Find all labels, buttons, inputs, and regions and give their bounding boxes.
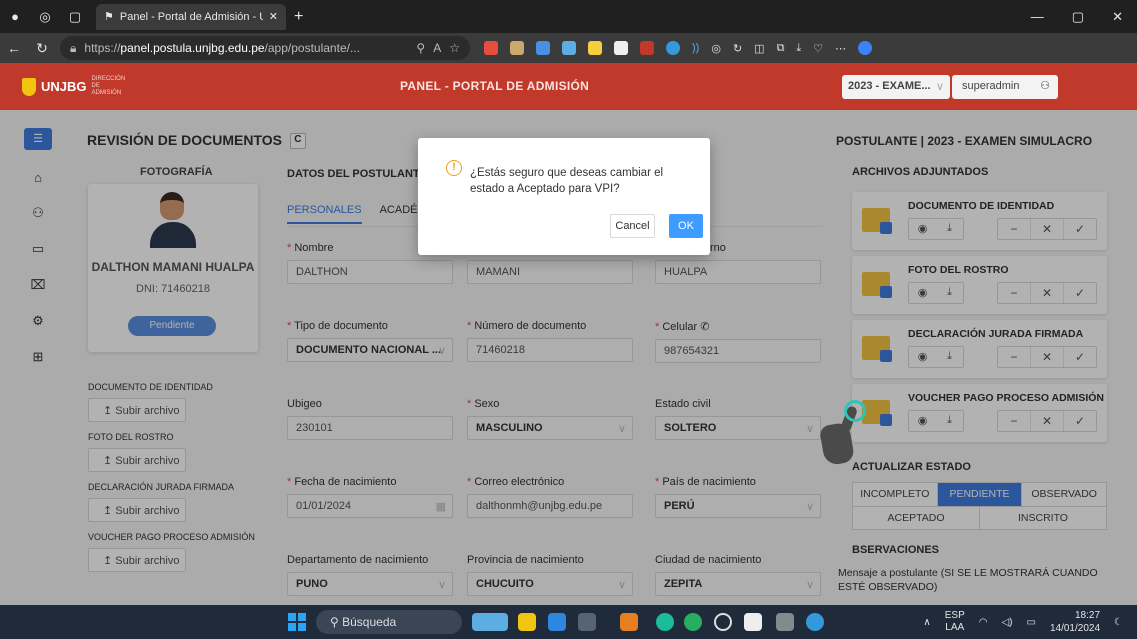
confirm-dialog: ! ¿Estás seguro que deseas cambiar el es… (418, 138, 710, 255)
read-aloud-icon[interactable]: A (433, 41, 441, 55)
chevron-down-icon: ∨ (935, 81, 944, 93)
exam-select-value: 2023 - EXAME... (848, 80, 931, 92)
app-header: UNJBG DIRECCIÓN DE ADMISIÓN PANEL - PORT… (0, 63, 1137, 110)
collections-icon[interactable]: ⧉ (777, 42, 785, 55)
adblock-icon[interactable] (640, 41, 654, 55)
close-window-button[interactable]: ✕ (1112, 9, 1123, 25)
postman-icon[interactable] (620, 613, 638, 631)
user-icon: ⚇ (1040, 80, 1050, 92)
back-icon[interactable]: ← (0, 40, 28, 56)
pointer-hand-icon (818, 400, 866, 467)
tab-title: Panel - Portal de Admisión - UN… (119, 10, 263, 23)
more-icon[interactable]: ⋯ (835, 42, 846, 55)
taskbar-search[interactable]: ⚲ Búsqueda (316, 610, 462, 634)
extension-icon[interactable] (536, 41, 550, 55)
calculator-icon[interactable] (776, 613, 794, 631)
logo-text: UNJBG (41, 79, 87, 94)
volume-icon[interactable]: ◁) (1001, 617, 1012, 628)
system-tray: ∧ ESP LAA ◠ ◁) ▭ 18:27 14/01/2024 ☾ (923, 609, 1123, 635)
notifications-icon[interactable]: ☾ (1114, 617, 1123, 628)
logo-subtext: DIRECCIÓN DE ADMISIÓN (91, 76, 126, 96)
feedback-icon[interactable]: ♡ (813, 42, 823, 55)
notion-icon[interactable] (744, 613, 762, 631)
terminal-icon[interactable] (578, 613, 596, 631)
download-icon[interactable]: ⤓ (796, 42, 801, 55)
logo[interactable]: UNJBG DIRECCIÓN DE ADMISIÓN (22, 76, 126, 97)
app-title: PANEL - PORTAL DE ADMISIÓN (400, 79, 590, 93)
restore-button[interactable]: ▢ (1072, 9, 1084, 25)
vscode-icon[interactable] (548, 613, 566, 631)
docker-icon[interactable] (806, 613, 824, 631)
favorite-icon[interactable]: ☆ (449, 41, 460, 55)
extension-icon[interactable] (562, 41, 576, 55)
extension-icon[interactable] (484, 41, 498, 55)
warning-icon: ! (446, 160, 462, 176)
language-indicator[interactable]: ESP LAA (945, 610, 965, 634)
zoom-icon[interactable]: ⚲ (416, 41, 425, 55)
tab-close-icon[interactable]: ✕ (269, 10, 278, 23)
extension-icon[interactable] (614, 41, 628, 55)
confirm-message: ¿Estás seguro que deseas cambiar el esta… (470, 167, 664, 195)
cancel-button[interactable]: Cancel (610, 214, 655, 238)
wifi-icon[interactable]: ◠ (979, 617, 988, 628)
extension-icon[interactable]: ◎ (711, 42, 721, 55)
widgets-icon[interactable] (472, 613, 508, 631)
edge-icon[interactable] (656, 613, 674, 631)
extension-icon[interactable] (588, 41, 602, 55)
chevron-up-icon[interactable]: ∧ (923, 617, 930, 628)
windows-start-icon[interactable] (288, 613, 306, 631)
user-menu[interactable]: superadmin ⚇ (952, 75, 1058, 99)
refresh-ext-icon[interactable]: ↻ (733, 42, 742, 55)
windows-taskbar: ⚲ Búsqueda ∧ ESP LAA ◠ ◁) ▭ 18:27 14/01/20… (0, 605, 1137, 639)
url-field[interactable]: 🔒︎ https://panel.postula.unjbg.edu.pe/ap… (60, 36, 470, 60)
copilot-icon[interactable] (858, 41, 873, 55)
extension-icon[interactable] (666, 41, 680, 55)
url-text: https://panel.postula.unjbg.edu.pe/app/p… (84, 41, 360, 55)
spotify-icon[interactable] (684, 613, 702, 631)
clock[interactable]: 18:27 14/01/2024 (1050, 609, 1100, 635)
workspaces-icon[interactable]: ◎ (30, 9, 60, 25)
shield-icon (22, 77, 36, 96)
split-screen-icon[interactable]: ◫ (754, 42, 764, 55)
exam-select[interactable]: 2023 - EXAME... ∨ (842, 75, 950, 99)
extension-icon[interactable]: )) (692, 42, 699, 54)
taskbar-search-text: Búsqueda (342, 615, 397, 629)
browser-tabbar: ● ◎ ▢ ⚑ Panel - Portal de Admisión - UN…… (0, 0, 1137, 33)
reload-icon[interactable]: ↻ (28, 40, 56, 57)
app-icon[interactable] (714, 613, 732, 631)
favicon-icon: ⚑ (104, 11, 114, 23)
extension-icon[interactable] (510, 41, 524, 55)
ok-button[interactable]: OK (669, 214, 703, 238)
profile-icon[interactable]: ● (0, 9, 30, 24)
new-tab-icon[interactable]: + (294, 8, 303, 26)
user-name: superadmin (962, 80, 1020, 92)
tab-actions-icon[interactable]: ▢ (60, 9, 90, 25)
minimize-button[interactable]: — (1031, 9, 1044, 25)
file-explorer-icon[interactable] (518, 613, 536, 631)
battery-icon[interactable]: ▭ (1027, 617, 1036, 628)
lock-icon: 🔒︎ (70, 40, 77, 55)
address-bar-row: ← ↻ 🔒︎ https://panel.postula.unjbg.edu.p… (0, 33, 1137, 63)
browser-tab[interactable]: ⚑ Panel - Portal de Admisión - UN… ✕ (96, 3, 286, 30)
